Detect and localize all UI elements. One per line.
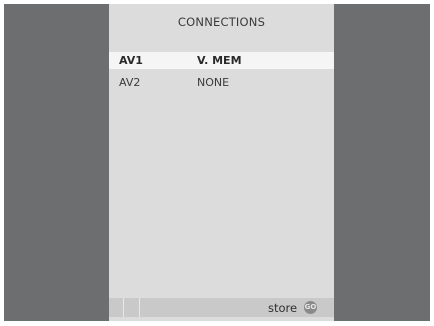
row-key: AV2 [119,76,141,89]
footer-bar: store GO [109,298,334,317]
menu-title: CONNECTIONS [177,15,266,29]
row-key: AV1 [119,54,143,67]
footer-divider [123,298,124,317]
footer-divider [139,298,140,317]
row-value: V. MEM [197,54,242,67]
go-button-icon[interactable]: GO [304,301,317,314]
store-button[interactable]: store [268,301,297,315]
row-value: NONE [197,76,230,89]
menu-row-av1[interactable]: AV1 V. MEM [109,52,334,69]
connections-menu: CONNECTIONS AV1 V. MEM AV2 NONE store GO [109,4,334,321]
menu-row-av2[interactable]: AV2 NONE [109,74,334,91]
